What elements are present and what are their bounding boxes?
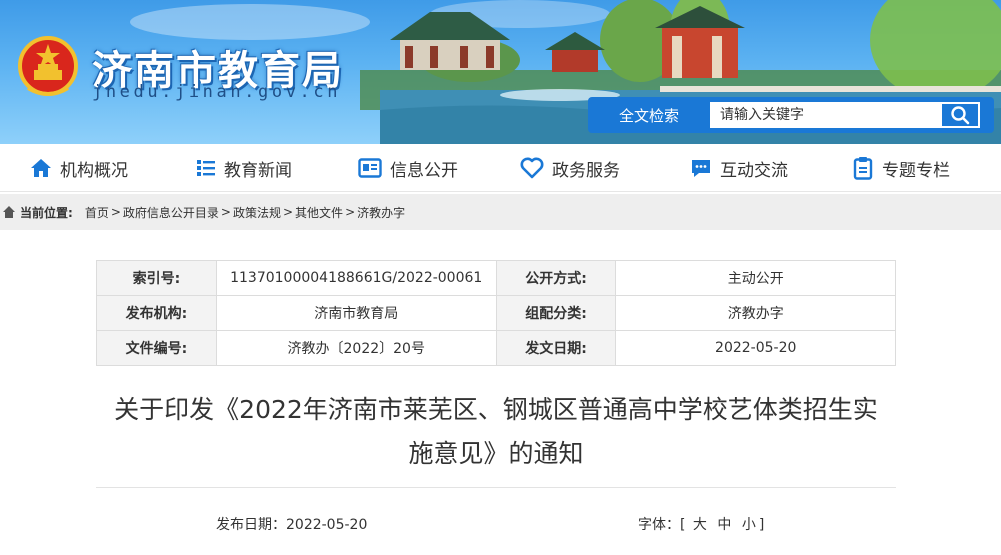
category-value: 济教办字 xyxy=(615,295,896,331)
nav-item-special-topics[interactable]: 专题专栏 xyxy=(852,144,950,192)
location-home-icon xyxy=(3,206,15,218)
font-size-bracket-open: [ xyxy=(680,517,686,533)
clipboard-icon xyxy=(853,157,873,180)
home-icon xyxy=(31,159,51,177)
search-button[interactable] xyxy=(940,102,980,128)
font-size-control: 字体：[ 大 中 小] xyxy=(638,514,764,534)
document-title-line-2: 施意见》的通知 xyxy=(408,439,584,468)
nav-item-news[interactable]: 教育新闻 xyxy=(196,144,292,192)
nav-item-gov-services[interactable]: 政务服务 xyxy=(520,144,620,192)
font-size-large[interactable]: 大 xyxy=(693,517,707,533)
publish-date-label: 发布日期： xyxy=(216,517,286,533)
font-size-small[interactable]: 小 xyxy=(742,517,756,533)
search-icon xyxy=(951,106,970,125)
breadcrumb-gov-info-directory[interactable]: 政府信息公开目录 xyxy=(123,204,219,221)
publisher-value: 济南市教育局 xyxy=(215,295,497,331)
main-nav: 机构概况 教育新闻 信息公开 政务服务 互动交流 专题专栏 xyxy=(0,144,1001,192)
search-label: 全文检索 xyxy=(618,106,679,125)
issue-date-value: 2022-05-20 xyxy=(615,330,896,366)
font-size-label: 字体： xyxy=(638,517,680,533)
national-emblem-icon xyxy=(18,36,78,96)
nav-label: 教育新闻 xyxy=(224,160,292,181)
font-size-bracket-close: ] xyxy=(758,517,765,533)
index-number-key: 索引号: xyxy=(96,260,217,296)
document-icon xyxy=(358,158,382,178)
category-key: 组配分类: xyxy=(495,295,617,331)
document-title: 关于印发《2022年济南市莱芜区、钢城区普通高中学校艺体类招生实 施意见》的通知 xyxy=(96,388,896,476)
heart-icon xyxy=(520,157,544,179)
publish-date: 发布日期：2022-05-20 xyxy=(216,514,367,534)
nav-item-overview[interactable]: 机构概况 xyxy=(30,144,128,192)
list-icon xyxy=(197,160,215,176)
file-number-key: 文件编号: xyxy=(96,330,217,366)
breadcrumb-jjbz[interactable]: 济教办字 xyxy=(357,204,405,221)
publisher-key: 发布机构: xyxy=(96,295,217,331)
title-divider xyxy=(96,487,896,488)
table-row: 发布机构: 济南市教育局 组配分类: 济教办字 xyxy=(96,295,896,331)
breadcrumb: 当前位置: 首页 > 政府信息公开目录 > 政策法规 > 其他文件 > 济教办字 xyxy=(0,194,1001,230)
search-input[interactable] xyxy=(710,102,940,128)
font-size-medium[interactable]: 中 xyxy=(717,517,731,533)
breadcrumb-home[interactable]: 首页 xyxy=(85,204,109,221)
file-number-value: 济教办〔2022〕20号 xyxy=(215,330,497,366)
nav-label: 专题专栏 xyxy=(882,160,950,181)
disclosure-method-value: 主动公开 xyxy=(615,260,896,296)
index-number-value: 11370100004188661G/2022-00061 xyxy=(215,260,497,296)
nav-label: 信息公开 xyxy=(390,160,458,181)
site-domain: jnedu.jinan.gov.cn xyxy=(92,82,342,102)
table-row: 索引号: 11370100004188661G/2022-00061 公开方式:… xyxy=(96,260,896,296)
publish-date-value: 2022-05-20 xyxy=(286,517,368,533)
document-info-table: 索引号: 11370100004188661G/2022-00061 公开方式:… xyxy=(96,260,896,366)
table-row: 文件编号: 济教办〔2022〕20号 发文日期: 2022-05-20 xyxy=(96,330,896,366)
nav-label: 政务服务 xyxy=(552,160,620,181)
document-title-line-1: 关于印发《2022年济南市莱芜区、钢城区普通高中学校艺体类招生实 xyxy=(114,395,878,424)
disclosure-method-key: 公开方式: xyxy=(495,260,617,296)
chat-icon xyxy=(692,160,710,177)
search-box: 全文检索 xyxy=(588,97,994,133)
header-banner: 济南市教育局 jnedu.jinan.gov.cn 全文检索 xyxy=(0,0,1001,144)
nav-item-interaction[interactable]: 互动交流 xyxy=(690,144,788,192)
nav-item-info-disclosure[interactable]: 信息公开 xyxy=(358,144,458,192)
breadcrumb-other-files[interactable]: 其他文件 xyxy=(295,204,343,221)
issue-date-key: 发文日期: xyxy=(495,330,617,366)
breadcrumb-label: 当前位置: xyxy=(20,205,73,220)
breadcrumb-policies[interactable]: 政策法规 xyxy=(233,204,281,221)
nav-label: 机构概况 xyxy=(60,160,128,181)
nav-label: 互动交流 xyxy=(720,160,788,181)
